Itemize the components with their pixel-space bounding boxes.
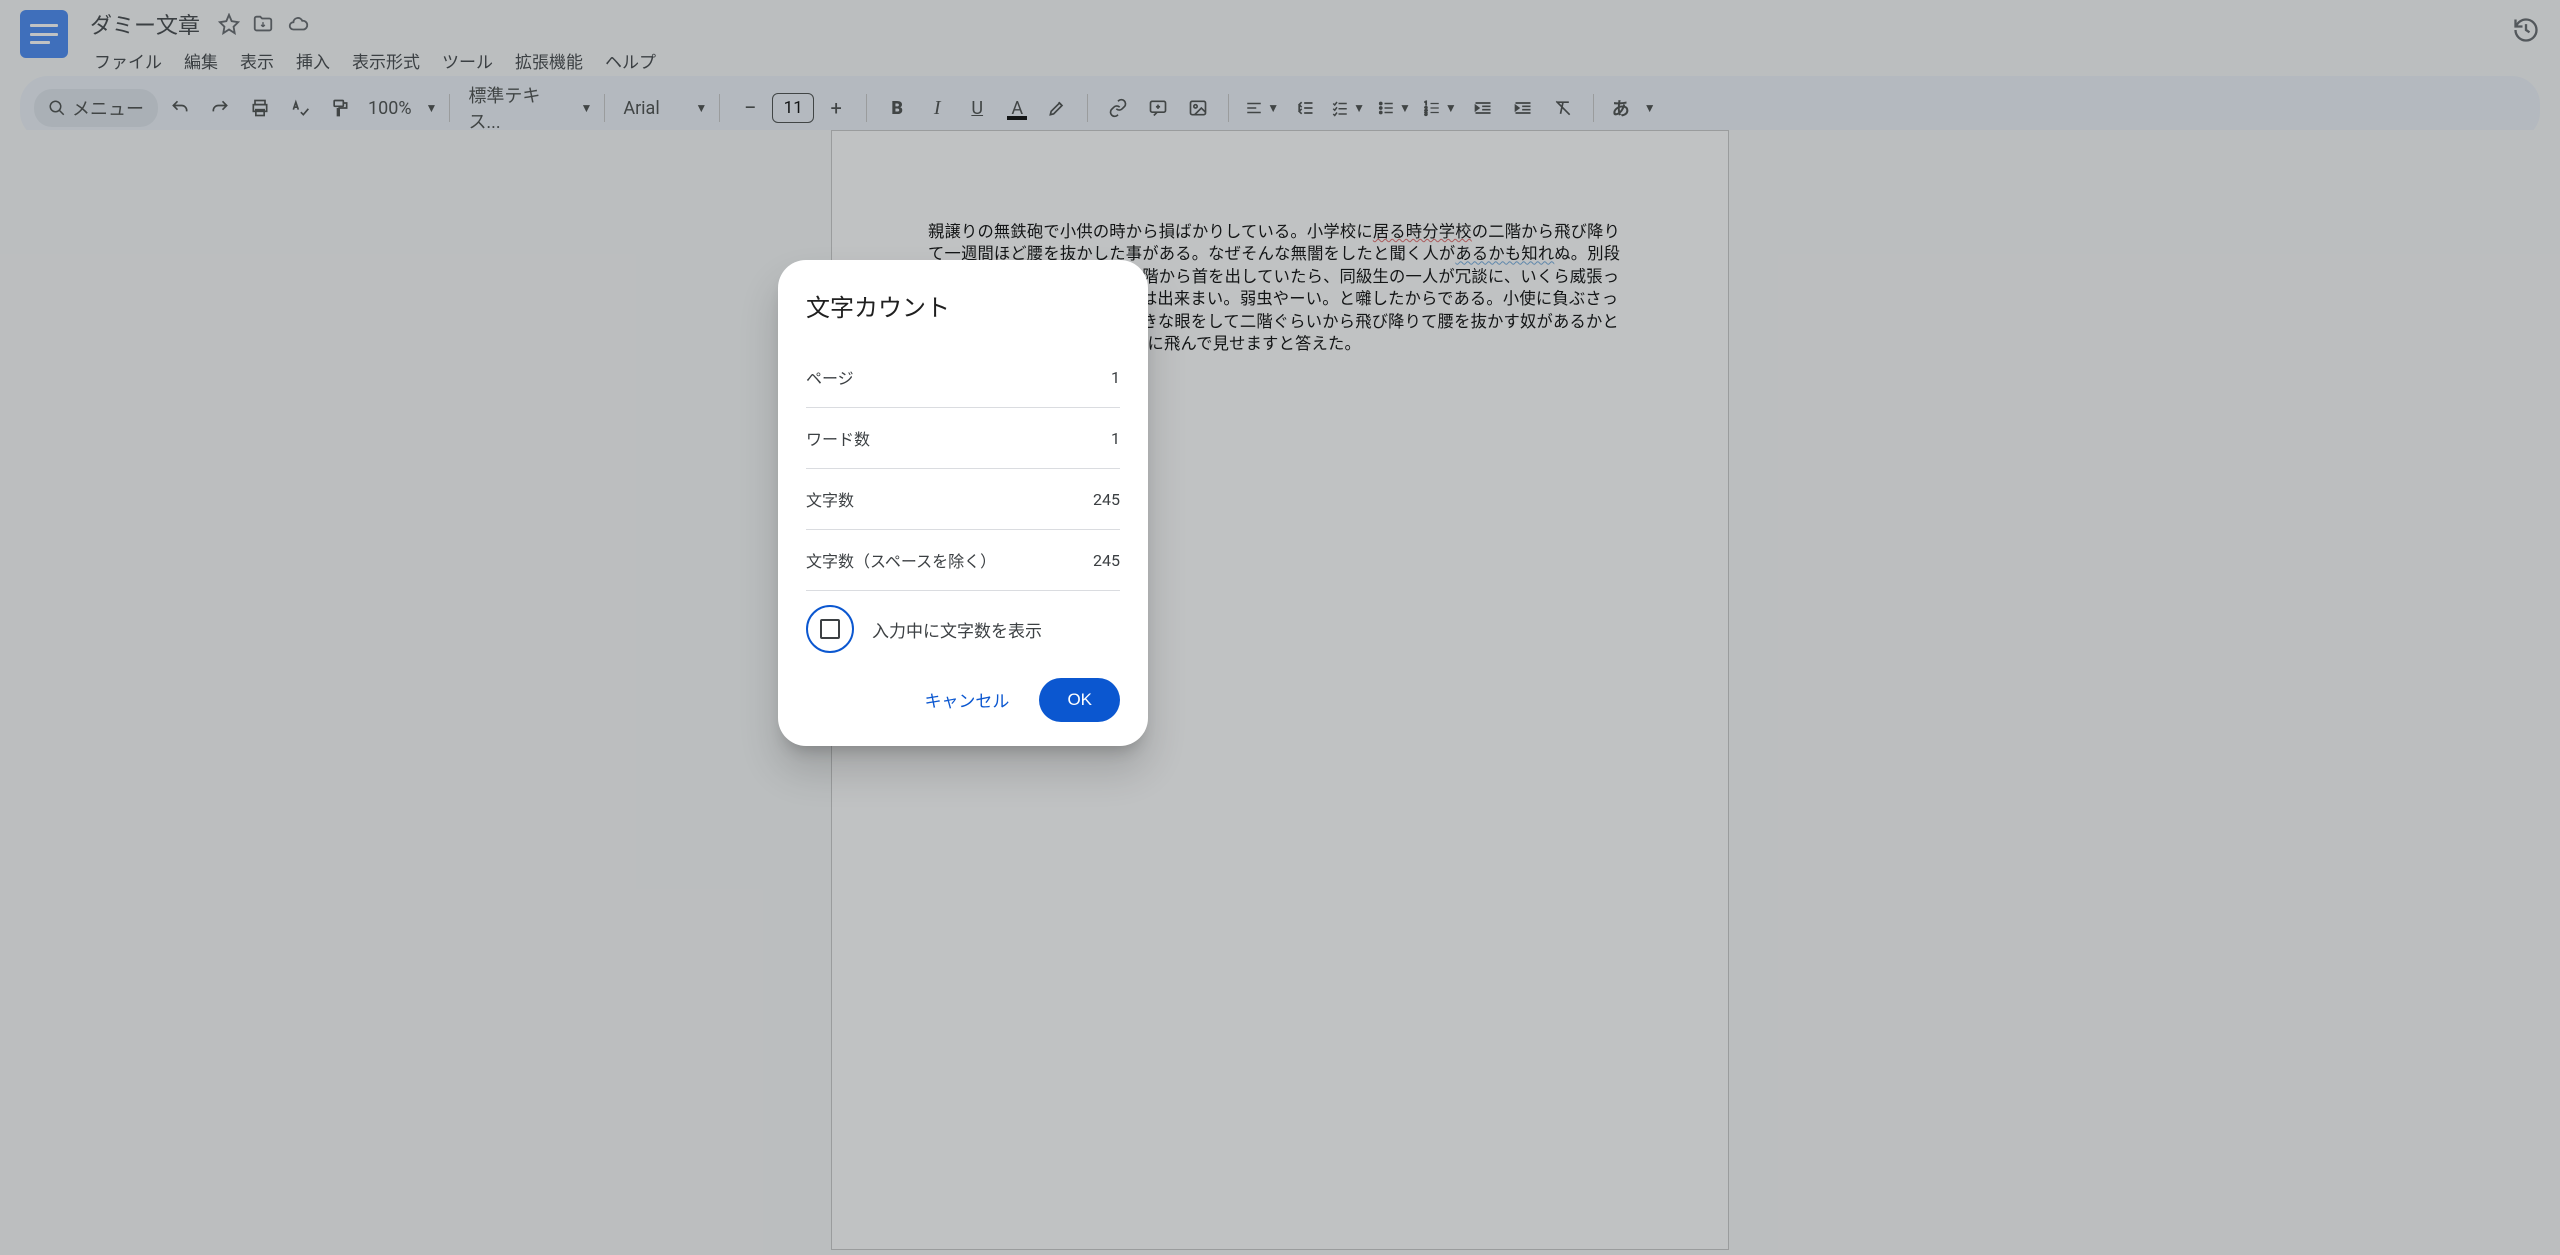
word-count-dialog: 文字カウント ページ 1 ワード数 1 文字数 245 文字数（スペースを除く）… — [778, 260, 1148, 746]
show-while-typing-checkbox[interactable] — [806, 605, 854, 653]
cancel-button[interactable]: キャンセル — [910, 677, 1023, 722]
ok-button[interactable]: OK — [1039, 678, 1120, 722]
stat-words: ワード数 1 — [806, 408, 1120, 469]
stat-pages: ページ 1 — [806, 347, 1120, 408]
stat-chars: 文字数 245 — [806, 469, 1120, 530]
checkbox-label: 入力中に文字数を表示 — [872, 617, 1042, 642]
dialog-title: 文字カウント — [806, 288, 1120, 323]
stat-chars-no-space: 文字数（スペースを除く） 245 — [806, 530, 1120, 591]
modal-scrim[interactable] — [0, 0, 2560, 1255]
